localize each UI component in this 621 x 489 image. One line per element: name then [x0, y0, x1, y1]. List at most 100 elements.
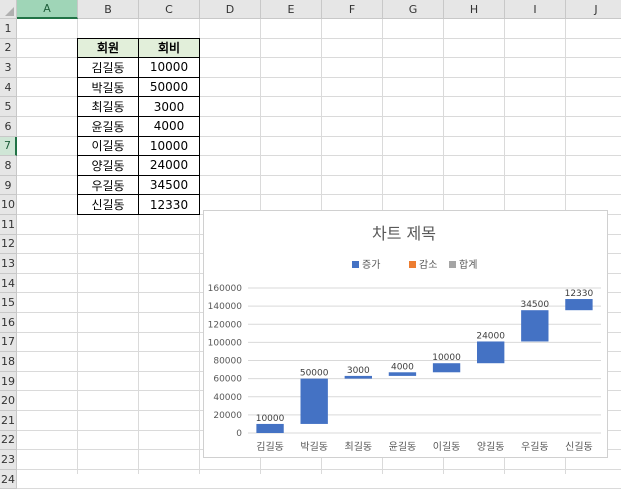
row-header-18[interactable]: 18: [0, 352, 17, 372]
row-header-8[interactable]: 8: [0, 156, 17, 176]
data-label: 24000: [476, 331, 505, 341]
x-tick-label: 최길동: [345, 440, 373, 453]
row-header-16[interactable]: 16: [0, 313, 17, 333]
y-tick-label: 160000: [208, 284, 243, 294]
bar-윤길동[interactable]: [388, 372, 417, 376]
table-cell[interactable]: 34500: [138, 174, 200, 196]
row-header-14[interactable]: 14: [0, 273, 17, 294]
y-tick-label: 120000: [208, 320, 243, 330]
legend-label: 감소: [419, 259, 437, 271]
row-header-17[interactable]: 17: [0, 332, 17, 353]
column-header-j[interactable]: J: [566, 0, 621, 19]
row-header-9[interactable]: 9: [0, 175, 17, 196]
data-label: 10000: [432, 353, 461, 363]
y-tick-label: 0: [236, 429, 242, 439]
row-header-19[interactable]: 19: [0, 371, 17, 392]
row-header-21[interactable]: 21: [0, 411, 17, 431]
y-tick-label: 80000: [213, 357, 242, 367]
select-all-corner[interactable]: [0, 0, 17, 19]
y-tick-label: 100000: [208, 338, 243, 348]
table-cell[interactable]: 윤길동: [77, 116, 139, 137]
row-header-22[interactable]: 22: [0, 430, 17, 451]
row-header-10[interactable]: 10: [0, 195, 17, 215]
column-header-f[interactable]: F: [322, 0, 383, 19]
table-cell[interactable]: 이길동: [77, 135, 139, 157]
y-tick-label: 20000: [213, 411, 242, 421]
chart-bars: 10000 50000 3000 4000 10000 24000 34500 12330: [256, 289, 594, 433]
row-header-12[interactable]: 12: [0, 234, 17, 255]
bar-김길동[interactable]: [256, 423, 284, 433]
row-header-3[interactable]: 3: [0, 58, 17, 78]
bar-신길동[interactable]: [565, 299, 593, 311]
data-label: 50000: [300, 369, 329, 379]
table-header-cell[interactable]: 회원: [77, 37, 139, 59]
table-cell[interactable]: 3000: [138, 96, 200, 117]
column-header-h[interactable]: H: [444, 0, 505, 19]
column-header-i[interactable]: I: [505, 0, 566, 19]
spreadsheet: ABCDEFGHIJ 1 2 3 4 5 6 7 8 9 10 11 12 13 14 15 16 17 18 19…: [0, 0, 621, 489]
table-cell[interactable]: 10000: [138, 57, 200, 78]
row-header-11[interactable]: 11: [0, 215, 17, 235]
row-gridline: [17, 468, 621, 470]
legend-swatch: [449, 261, 456, 268]
row-header-7[interactable]: 7: [0, 136, 17, 157]
table-cell[interactable]: 박길동: [77, 76, 139, 98]
x-tick-label: 이길동: [433, 440, 461, 453]
row-header-6[interactable]: 6: [0, 117, 17, 137]
table-cell[interactable]: 50000: [138, 76, 200, 98]
row-header-4[interactable]: 4: [0, 77, 17, 98]
data-label: 12330: [565, 289, 594, 299]
x-tick-label: 양길동: [477, 440, 505, 453]
row-header-13[interactable]: 13: [0, 254, 17, 274]
row-header-15[interactable]: 15: [0, 293, 17, 313]
row-header-23[interactable]: 23: [0, 450, 17, 470]
table-cell[interactable]: 24000: [138, 155, 200, 176]
table-cell[interactable]: 우길동: [77, 174, 139, 196]
y-tick-label: 60000: [213, 375, 242, 385]
chart-svg: 차트 제목 증가 감소 합계 020000400006000080000100000…: [208, 224, 601, 453]
column-header-d[interactable]: D: [200, 0, 261, 19]
chart-title: 차트 제목: [372, 224, 436, 243]
table-cell[interactable]: 10000: [138, 135, 200, 157]
table-cell[interactable]: 김길동: [77, 57, 139, 78]
data-label: 34500: [520, 300, 549, 310]
data-label: 3000: [347, 366, 370, 376]
waterfall-chart[interactable]: 차트 제목 증가 감소 합계 0 20000 40000 60000 80000 100000…: [203, 210, 608, 458]
bar-양길동[interactable]: [477, 341, 505, 364]
x-axis: 김길동 박길동 최길동 윤길동 이길동 양길동 우길동 신길동: [256, 440, 592, 453]
table-header-cell[interactable]: 회비: [138, 37, 200, 59]
column-header-g[interactable]: G: [383, 0, 444, 19]
column-header-b[interactable]: B: [78, 0, 139, 19]
column-header-c[interactable]: C: [139, 0, 200, 19]
y-tick-label: 140000: [208, 302, 243, 312]
chart-legend: 증가 감소 합계: [352, 259, 477, 271]
legend-swatch: [352, 261, 359, 268]
table-cell[interactable]: 신길동: [77, 194, 139, 215]
row-header-2[interactable]: 2: [0, 38, 17, 59]
table-cell[interactable]: 4000: [138, 116, 200, 137]
row-header-24[interactable]: 24: [0, 469, 17, 489]
x-tick-label: 박길동: [300, 440, 328, 453]
x-tick-label: 김길동: [256, 440, 284, 453]
column-header-e[interactable]: E: [261, 0, 322, 19]
table-cell[interactable]: 양길동: [77, 155, 139, 176]
legend-swatch: [409, 261, 416, 268]
table-cell[interactable]: 최길동: [77, 96, 139, 117]
row-header-20[interactable]: 20: [0, 391, 17, 411]
bar-우길동[interactable]: [521, 310, 549, 342]
column-header-a[interactable]: A: [17, 0, 78, 19]
row-header-5[interactable]: 5: [0, 97, 17, 117]
x-tick-label: 신길동: [565, 440, 593, 453]
bar-최길동[interactable]: [344, 375, 372, 379]
table-cell[interactable]: 12330: [138, 194, 200, 215]
y-axis: 0 20000 40000 60000 80000 100000 120000 140000 1…: [208, 284, 243, 439]
bar-박길동[interactable]: [300, 378, 328, 424]
data-label: 4000: [391, 362, 414, 372]
bar-이길동[interactable]: [432, 363, 461, 373]
x-tick-label: 우길동: [521, 440, 549, 453]
legend-label: 증가: [362, 259, 380, 271]
legend-label: 합계: [459, 259, 477, 271]
data-label: 10000: [256, 414, 285, 424]
x-tick-label: 윤길동: [389, 440, 417, 453]
row-header-1[interactable]: 1: [0, 19, 17, 39]
